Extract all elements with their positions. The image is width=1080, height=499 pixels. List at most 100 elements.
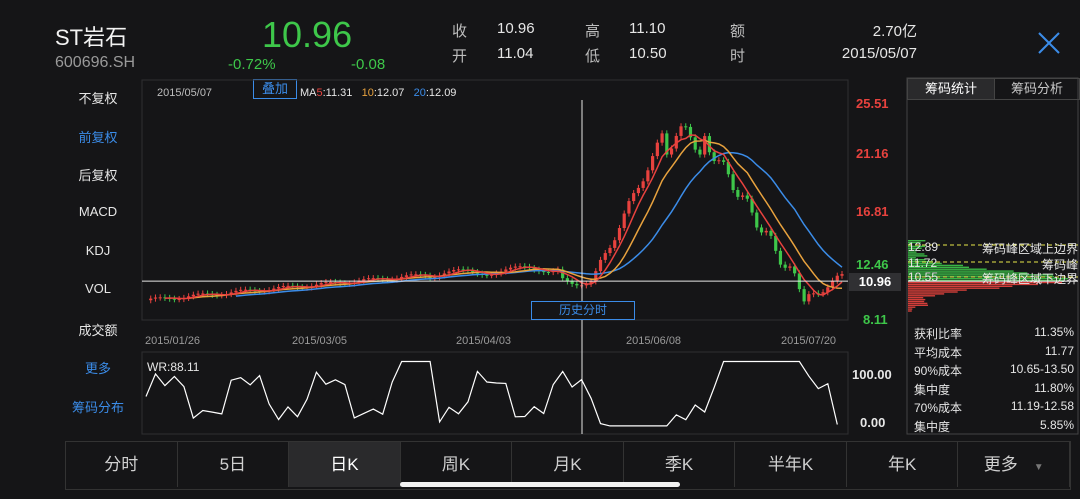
candle-body xyxy=(215,295,218,296)
candle-body xyxy=(561,270,564,279)
close-button[interactable] xyxy=(1036,30,1062,56)
candle-body xyxy=(694,137,697,149)
candle-body xyxy=(324,282,327,283)
x-date-1: 2015/01/26 xyxy=(145,335,200,347)
period-tab[interactable]: 更多 ▼ xyxy=(958,442,1070,487)
candle-body xyxy=(656,143,659,156)
candle-body xyxy=(419,274,422,275)
overlay-button[interactable]: 叠加 xyxy=(253,79,297,99)
wr-axis-top: 100.00 xyxy=(852,367,892,382)
chip-stat-value: 10.65-13.50 xyxy=(1010,362,1074,376)
left-menu-item[interactable]: 成交额 xyxy=(63,320,133,339)
candle-body xyxy=(547,272,550,273)
candle-body xyxy=(722,160,725,162)
low-label: 低 xyxy=(585,45,600,66)
left-menu-item[interactable]: 不复权 xyxy=(63,88,133,107)
period-tab[interactable]: 分时 xyxy=(66,442,178,487)
chip-stat-value: 11.19-12.58 xyxy=(1011,399,1074,413)
candle-body xyxy=(277,287,280,289)
candle-body xyxy=(698,150,701,155)
candle-body xyxy=(305,287,308,288)
ma10-line xyxy=(189,140,842,298)
period-tab[interactable]: 日K xyxy=(289,442,401,487)
chip-stat-value: 11.35% xyxy=(1034,325,1074,339)
period-tab[interactable]: 半年K xyxy=(735,442,847,487)
period-tab[interactable]: 周K xyxy=(401,442,513,487)
left-menu-item[interactable]: 更多 xyxy=(63,358,133,377)
tab-chip-stats[interactable]: 筹码统计 xyxy=(907,78,995,100)
period-tab-label: 更多 xyxy=(984,455,1018,474)
price-panel-frame xyxy=(142,80,848,320)
candle-body xyxy=(760,227,763,232)
candle-body xyxy=(244,290,247,291)
candle-body xyxy=(485,275,488,276)
candle-body xyxy=(163,297,166,298)
low-value: 10.50 xyxy=(629,45,667,62)
candle-body xyxy=(220,295,223,296)
close-icon xyxy=(1036,30,1062,56)
period-tab[interactable]: 月K xyxy=(512,442,624,487)
candle-body xyxy=(589,281,592,284)
left-menu-item[interactable]: KDJ xyxy=(63,243,133,258)
candle-body xyxy=(187,296,190,298)
candle-body xyxy=(168,298,171,299)
candle-body xyxy=(571,281,574,284)
candle-body xyxy=(632,193,635,201)
wr-label: WR:88.11 xyxy=(147,360,199,374)
period-tab[interactable]: 季K xyxy=(624,442,736,487)
candle-body xyxy=(660,133,663,142)
left-menu-item[interactable]: 筹码分布 xyxy=(63,397,133,416)
candle-body xyxy=(149,299,152,301)
candle-body xyxy=(471,271,474,272)
chip-bar xyxy=(908,301,924,302)
candle-body xyxy=(556,270,559,272)
candle-body xyxy=(154,298,157,299)
candle-body xyxy=(793,266,796,273)
period-tab[interactable]: 年K xyxy=(847,442,959,487)
x-date-5: 2015/07/20 xyxy=(781,335,836,347)
left-menu-item[interactable]: 前复权 xyxy=(63,127,133,146)
candle-body xyxy=(320,283,323,285)
close-label: 收 xyxy=(452,20,467,41)
candle-body xyxy=(353,282,356,283)
candle-body xyxy=(291,286,294,287)
history-intraday-button[interactable]: 历史分时 xyxy=(531,301,635,320)
chip-bar xyxy=(908,308,912,309)
candle-body xyxy=(798,273,801,289)
left-menu-item[interactable]: VOL xyxy=(63,281,133,296)
candle-body xyxy=(689,127,692,137)
candle-body xyxy=(263,291,266,292)
stock-price: 10.96 xyxy=(262,14,352,56)
candle-body xyxy=(258,291,261,292)
candle-body xyxy=(206,293,209,294)
chip-lower-label: 筹码峰区域下边界 xyxy=(982,270,1078,287)
candle-body xyxy=(618,228,621,240)
candle-body xyxy=(812,293,815,294)
left-menu-item[interactable]: MACD xyxy=(63,204,133,219)
candle-body xyxy=(234,291,237,293)
candle-body xyxy=(296,286,299,287)
candle-body xyxy=(225,294,228,295)
candle-body xyxy=(831,281,834,288)
left-menu-item[interactable]: 后复权 xyxy=(63,165,133,184)
candle-body xyxy=(211,294,214,295)
candle-body xyxy=(608,248,611,253)
stock-code: 600696.SH xyxy=(55,54,135,72)
chip-stat-label: 70%成本 xyxy=(914,401,962,415)
candle-body xyxy=(627,201,630,213)
candle-body xyxy=(821,292,824,294)
period-tab[interactable]: 5日 xyxy=(178,442,290,487)
candle-body xyxy=(443,273,446,275)
candle-body xyxy=(514,267,517,268)
candle-body xyxy=(428,276,431,278)
tab-chip-analysis[interactable]: 筹码分析 xyxy=(994,78,1080,100)
candle-body xyxy=(334,282,337,283)
period-tab-label: 周K xyxy=(442,455,470,474)
candle-body xyxy=(746,195,749,198)
candle-body xyxy=(495,273,498,274)
candle-body xyxy=(348,284,351,285)
candle-body xyxy=(542,271,545,272)
candle-body xyxy=(395,279,398,280)
candle-body xyxy=(410,274,413,275)
chip-stat-row: 集中度 5.85% xyxy=(914,418,1074,435)
